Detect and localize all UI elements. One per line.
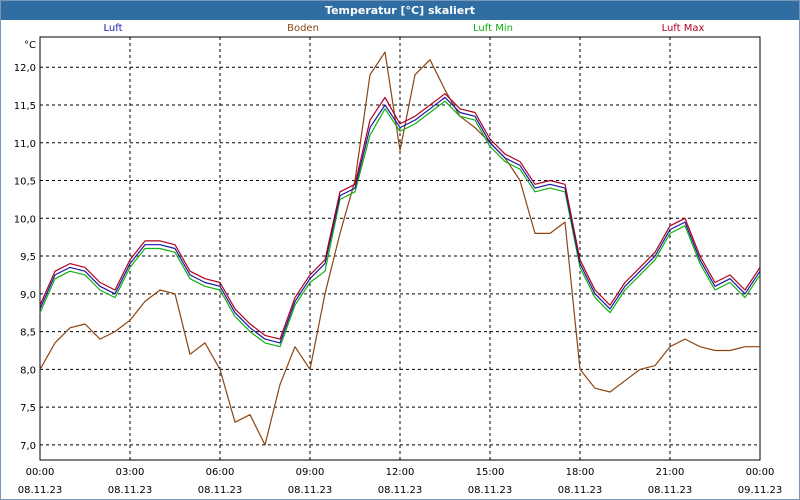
x-tick-date: 08.11.23 (378, 485, 423, 496)
y-tick-label: 7,5 (20, 403, 36, 414)
y-tick-label: 12,0 (14, 63, 36, 74)
x-tick-time: 12:00 (386, 467, 415, 478)
y-tick-label: 9,0 (20, 290, 36, 301)
x-tick-date: 08.11.23 (18, 485, 63, 496)
y-tick-label: 9,5 (20, 252, 36, 263)
x-tick-date: 08.11.23 (288, 485, 333, 496)
y-tick-label: 8,0 (20, 365, 36, 376)
x-tick-date: 08.11.23 (198, 485, 243, 496)
y-tick-label: 11,0 (14, 139, 36, 150)
x-tick-time: 09:00 (296, 467, 325, 478)
x-tick-time: 18:00 (566, 467, 595, 478)
x-tick-time: 03:00 (116, 467, 145, 478)
x-tick-time: 06:00 (206, 467, 235, 478)
y-axis-label: °C (24, 40, 36, 51)
x-tick-time: 00:00 (26, 467, 55, 478)
line-chart: 7,0 7,5 8,0 8,5 9,0 9,5 10,0 10,5 11,0 11,5 12,0 °C… (14, 36, 783, 496)
x-tick-time: 21:00 (656, 467, 685, 478)
y-tick-label: 8,5 (20, 328, 36, 339)
y-tick-label: 10,0 (14, 214, 36, 225)
x-tick-date: 08.11.23 (108, 485, 153, 496)
x-tick-time: 00:00 (746, 467, 775, 478)
y-tick-label: 11,5 (14, 101, 36, 112)
x-tick-date: 08.11.23 (468, 485, 513, 496)
x-tick-time: 15:00 (476, 467, 505, 478)
x-tick-date: 08.11.23 (648, 485, 693, 496)
x-tick-date: 09.11.23 (738, 485, 783, 496)
y-tick-label: 7,0 (20, 441, 36, 452)
x-tick-date: 08.11.23 (558, 485, 603, 496)
y-tick-label: 10,5 (14, 177, 36, 188)
